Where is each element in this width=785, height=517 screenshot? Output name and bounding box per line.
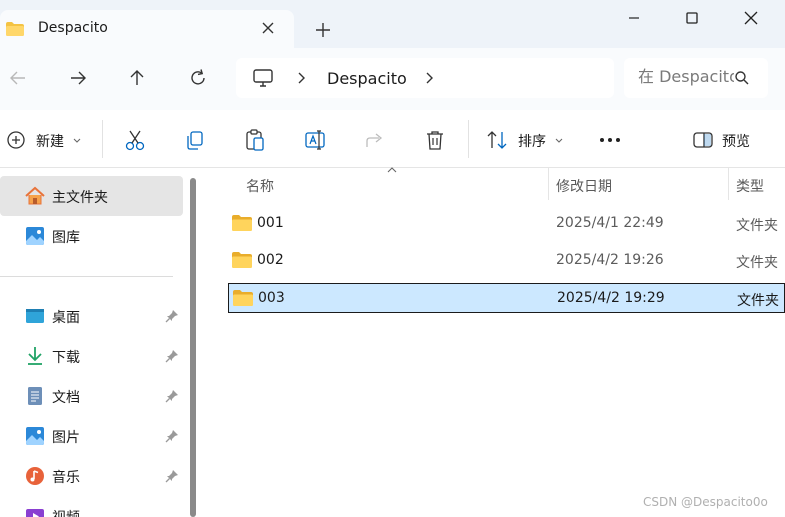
tab-title: Despacito [38,20,108,36]
computer-icon[interactable] [252,68,274,88]
file-row[interactable]: 002 2025/4/2 19:26 文件夹 [228,246,785,276]
file-type: 文件夹 [737,293,779,309]
close-tab-icon[interactable] [258,18,278,38]
refresh-icon[interactable] [186,66,210,90]
pin-icon[interactable] [164,388,180,404]
sidebar-item-label: 音乐 [52,470,80,486]
navigation-bar: Despacito [0,48,785,110]
navigation-pane: 主文件夹 图库 桌面 下载 文档 图片 音乐 [0,168,200,517]
sidebar-item-home[interactable]: 主文件夹 [0,176,183,216]
file-list: 名称 修改日期 类型 001 2025/4/1 22:49 文件夹 002 20… [204,166,785,517]
chevron-right-icon[interactable] [422,70,436,86]
file-name: 002 [257,252,284,268]
rename-icon[interactable] [304,128,326,152]
pin-icon[interactable] [164,348,180,364]
toolbar-divider [102,120,103,158]
title-bar: Despacito [0,0,785,48]
chevron-right-icon[interactable] [294,70,308,86]
sidebar-item-label: 图库 [52,230,80,246]
preview-pane-icon[interactable] [692,128,714,152]
column-header-type[interactable]: 类型 [736,176,764,196]
breadcrumb-despacito[interactable]: Despacito [327,69,407,88]
new-button[interactable]: 新建 [36,131,64,151]
forward-arrow-icon[interactable] [66,66,90,90]
file-name: 003 [258,290,285,306]
command-bar: 新建 排序 预览 [0,110,785,168]
sidebar-item-documents[interactable]: 文档 [0,376,183,416]
sort-button[interactable]: 排序 [518,131,546,151]
desktop-icon [26,309,44,323]
download-icon [28,347,42,365]
file-row-selected[interactable]: 003 2025/4/2 19:29 文件夹 [228,283,785,313]
sidebar-item-videos[interactable]: 视频 [0,496,183,517]
sidebar-item-pictures[interactable]: 图片 [0,416,183,456]
copy-icon[interactable] [184,128,206,152]
sidebar-item-label: 文档 [52,390,80,406]
column-header-name[interactable]: 名称 [246,176,274,196]
new-tab-icon[interactable] [312,19,334,41]
search-input[interactable] [638,67,734,86]
sidebar-item-label: 主文件夹 [52,190,108,206]
minimize-icon[interactable] [622,6,646,30]
document-icon [28,387,42,405]
search-icon[interactable] [734,70,750,86]
file-row[interactable]: 001 2025/4/1 22:49 文件夹 [228,209,785,239]
toolbar-divider [468,120,469,158]
sidebar-item-downloads[interactable]: 下载 [0,336,183,376]
close-window-icon[interactable] [739,6,763,30]
sidebar-item-label: 图片 [52,430,80,446]
sidebar-divider [0,276,173,277]
column-divider[interactable] [728,168,729,200]
column-divider[interactable] [548,168,549,200]
sort-icon[interactable] [486,128,508,152]
search-box[interactable] [624,58,768,98]
tab-despacito[interactable]: Despacito [0,10,294,48]
share-icon[interactable] [364,128,386,152]
sidebar-item-label: 桌面 [52,310,80,326]
sidebar-item-desktop[interactable]: 桌面 [0,296,183,336]
folder-icon [232,252,252,268]
sidebar-item-label: 下载 [52,350,80,366]
file-type: 文件夹 [736,255,778,271]
pin-icon[interactable] [164,428,180,444]
chevron-down-icon[interactable] [72,128,82,152]
file-date: 2025/4/2 19:26 [556,252,664,268]
sort-ascending-icon[interactable] [386,166,398,174]
delete-icon[interactable] [424,128,446,152]
new-icon[interactable] [6,128,26,152]
preview-button[interactable]: 预览 [722,131,750,151]
chevron-down-icon[interactable] [554,128,564,152]
sidebar-item-gallery[interactable]: 图库 [0,216,183,256]
watermark: CSDN @Despacito0o [643,495,768,509]
more-icon[interactable] [598,128,622,152]
paste-icon[interactable] [244,128,266,152]
gallery-icon [26,227,44,245]
folder-icon [6,22,24,36]
address-bar[interactable]: Despacito [236,58,614,98]
home-icon [25,186,45,205]
up-arrow-icon[interactable] [125,66,149,90]
sidebar-item-label: 视频 [52,507,80,517]
maximize-icon[interactable] [680,6,704,30]
file-name: 001 [257,215,284,231]
pin-icon[interactable] [164,468,180,484]
folder-icon [233,290,253,306]
sidebar-item-music[interactable]: 音乐 [0,456,183,496]
pin-icon[interactable] [164,308,180,324]
back-arrow-icon[interactable] [6,66,30,90]
sidebar-scrollbar[interactable] [190,178,196,517]
cut-icon[interactable] [124,128,146,152]
column-header-date[interactable]: 修改日期 [556,176,612,196]
music-icon [26,467,44,485]
pictures-icon [26,427,44,445]
folder-icon [232,215,252,231]
file-date: 2025/4/1 22:49 [556,215,664,231]
video-icon [26,509,44,517]
file-date: 2025/4/2 19:29 [557,290,665,306]
file-type: 文件夹 [736,218,778,234]
